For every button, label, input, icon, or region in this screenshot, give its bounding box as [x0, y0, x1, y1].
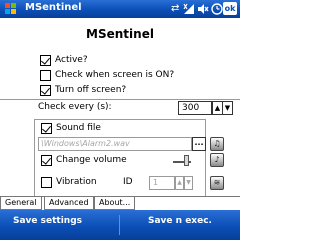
tab-bar: General Advanced About... — [0, 196, 240, 210]
ok-button[interactable]: ok — [223, 2, 237, 15]
check-screen-on-checkbox[interactable] — [40, 70, 51, 81]
play-sound-icon[interactable]: ♫ — [210, 137, 224, 151]
change-volume-checkbox[interactable] — [41, 155, 52, 166]
vibration-checkbox[interactable] — [41, 177, 52, 188]
id-spin-down-button[interactable]: ▼ — [184, 176, 193, 190]
tab-advanced[interactable]: Advanced — [44, 197, 94, 210]
softkey-bar: Save settings Save n exec. — [0, 210, 240, 240]
windows-start-icon[interactable] — [5, 3, 17, 15]
active-label: Active? — [55, 55, 88, 65]
check-screen-on-label: Check when screen is ON? — [55, 70, 175, 80]
vibration-test-icon[interactable]: ≋ — [210, 176, 224, 190]
check-every-input[interactable]: 300 — [178, 101, 212, 115]
change-volume-label: Change volume — [56, 155, 127, 165]
turn-off-screen-checkbox[interactable] — [40, 85, 51, 96]
spin-down-button[interactable]: ▼ — [222, 101, 233, 115]
save-and-exec-softkey[interactable]: Save n exec. — [148, 216, 212, 226]
save-settings-softkey[interactable]: Save settings — [13, 216, 82, 226]
softkey-divider — [119, 215, 120, 235]
signal-icon[interactable] — [183, 3, 195, 15]
window-title: MSentinel — [25, 2, 82, 13]
id-label: ID — [123, 177, 133, 187]
connectivity-icon[interactable]: ⇄ — [171, 3, 179, 15]
check-every-label: Check every (s): — [38, 102, 112, 112]
volume-mute-icon[interactable] — [197, 3, 209, 15]
vibration-id-input[interactable]: 1 — [149, 176, 175, 190]
sound-file-label: Sound file — [56, 123, 101, 133]
page-title: MSentinel — [86, 27, 154, 41]
title-bar: MSentinel ⇄ ok — [0, 0, 240, 18]
volume-slider-thumb[interactable] — [184, 155, 189, 166]
volume-test-icon[interactable]: ♪ — [210, 153, 224, 167]
tab-about[interactable]: About... — [94, 197, 136, 210]
clock-icon[interactable] — [211, 3, 223, 15]
sound-file-checkbox[interactable] — [41, 123, 52, 134]
divider — [0, 99, 240, 100]
vibration-label: Vibration — [56, 177, 97, 187]
browse-button[interactable]: ... — [192, 137, 206, 151]
turn-off-screen-label: Turn off screen? — [55, 85, 127, 95]
tab-general[interactable]: General — [0, 197, 42, 210]
active-checkbox[interactable] — [40, 55, 51, 66]
id-spin-up-button[interactable]: ▲ — [175, 176, 184, 190]
sound-file-path-input[interactable]: \Windows\Alarm2.wav — [38, 137, 192, 151]
